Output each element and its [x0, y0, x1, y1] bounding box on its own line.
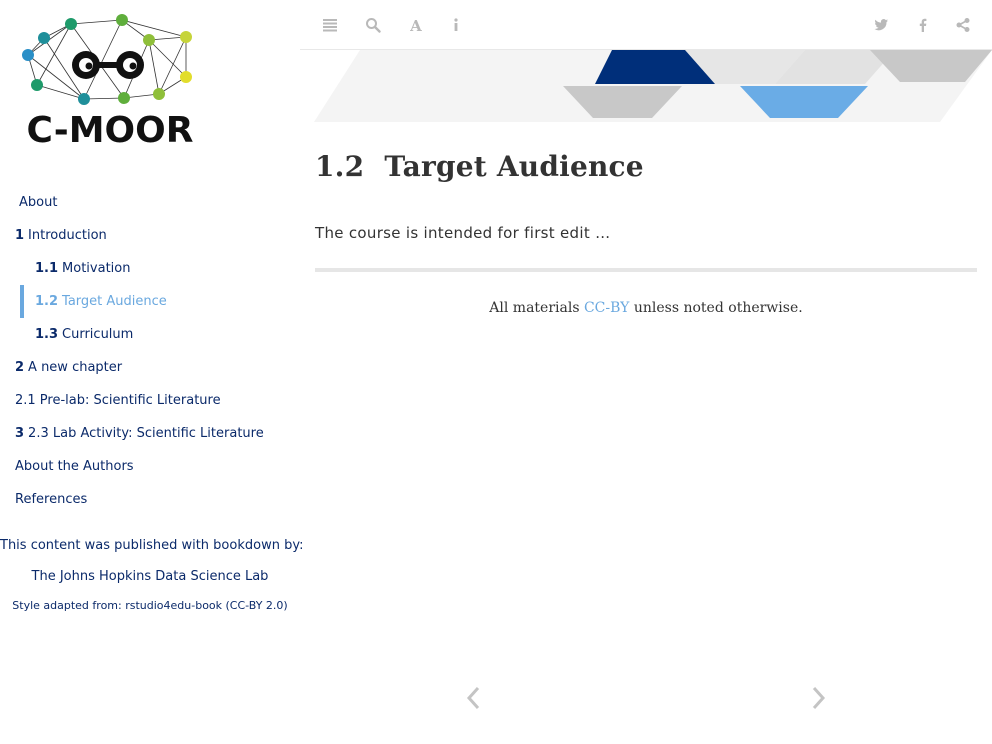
- font-settings-icon[interactable]: A: [405, 14, 427, 36]
- network-logo-graphic: C-MOOR: [22, 14, 194, 151]
- toc-item-about[interactable]: About: [0, 186, 300, 219]
- toc-item-label: Introduction: [28, 228, 107, 243]
- active-indicator: [20, 285, 24, 318]
- c-moor-logo[interactable]: C-MOOR: [16, 10, 206, 151]
- info-icon[interactable]: [445, 14, 467, 36]
- table-of-contents: About 1 Introduction 1.1 Motivation 1.2 Tar…: [0, 186, 300, 516]
- body-paragraph: The course is intended for first edit …: [315, 224, 611, 242]
- published-by-text: This content was published with bookdown…: [0, 538, 304, 553]
- section-title: Target Audience: [384, 150, 644, 183]
- license-note: All materials CC-BY unless noted otherwi…: [315, 300, 977, 316]
- toc-item-label: Target Audience: [62, 294, 167, 309]
- share-icon[interactable]: [952, 14, 974, 36]
- toc-item-target-audience[interactable]: 1.2 Target Audience: [0, 285, 300, 318]
- sidebar: C-MOOR About 1 Introduction 1.1 Motivation…: [0, 0, 304, 744]
- twitter-icon[interactable]: [870, 14, 892, 36]
- toc-item-number: 1: [15, 228, 25, 243]
- toc-item-label: About: [19, 195, 58, 210]
- section-heading: 1.2 Target Audience: [315, 140, 977, 194]
- divider: [315, 268, 977, 272]
- toc-item-motivation[interactable]: 1.1 Motivation: [0, 252, 300, 285]
- toc-toggle-icon[interactable]: [319, 14, 341, 36]
- search-icon[interactable]: [362, 14, 384, 36]
- toc-item-label: Curriculum: [62, 327, 134, 342]
- toc-item-number: 2: [15, 360, 25, 375]
- toc-item-pre-lab[interactable]: 2.1 Pre-lab: Scientific Literature: [0, 384, 300, 417]
- license-link[interactable]: CC-BY: [584, 300, 629, 316]
- toc-item-new-chapter[interactable]: 2A new chapter: [0, 351, 300, 384]
- header-banner: [300, 50, 992, 124]
- published-by: This content was published with bookdown…: [0, 533, 304, 618]
- toc-item-label: Motivation: [62, 261, 131, 276]
- toc-item-number: 1.3: [35, 327, 59, 342]
- toc-item-introduction[interactable]: 1 Introduction: [0, 219, 300, 252]
- banner-shapes: [314, 50, 992, 122]
- toc-item-label: References: [15, 492, 88, 507]
- toc-item-label: 2.1 Pre-lab: Scientific Literature: [15, 393, 221, 408]
- toc-item-label: A new chapter: [28, 360, 123, 375]
- toc-item-curriculum[interactable]: 1.3 Curriculum: [0, 318, 300, 351]
- chevron-left-icon[interactable]: [464, 684, 484, 712]
- toc-item-lab-activity[interactable]: 3 2.3 Lab Activity: Scientific Literature: [0, 417, 300, 450]
- goggles-icon: [72, 51, 144, 79]
- jhu-dsl-link[interactable]: The Johns Hopkins Data Science Lab: [0, 564, 300, 589]
- toc-item-references[interactable]: References: [0, 483, 300, 516]
- section-number: 1.2: [315, 150, 365, 183]
- toc-item-number: 3: [15, 426, 25, 441]
- license-prefix: All materials: [489, 300, 580, 316]
- page-content: 1.2 Target Audience The course is intende…: [315, 140, 977, 316]
- license-suffix: unless noted otherwise.: [633, 300, 803, 316]
- facebook-icon[interactable]: [912, 14, 934, 36]
- chevron-right-icon[interactable]: [808, 684, 828, 712]
- toc-item-label: 2.3 Lab Activity: Scientific Literature: [28, 426, 264, 441]
- style-credit-text: Style adapted from: rstudio4edu-book (CC…: [12, 599, 288, 612]
- toc-item-about-authors[interactable]: About the Authors: [0, 450, 300, 483]
- toc-item-number: 1.2: [35, 294, 59, 309]
- toc-item-label: About the Authors: [15, 459, 134, 474]
- toc-item-number: 1.1: [35, 261, 59, 276]
- book-toolbar: A: [300, 0, 992, 50]
- svg-text:A: A: [409, 17, 422, 33]
- logo-text: C-MOOR: [27, 110, 194, 150]
